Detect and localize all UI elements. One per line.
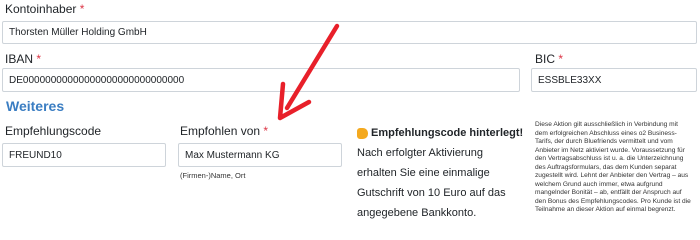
referral-code-value: FREUND10 [9,149,62,161]
account-holder-label-text: Kontoinhaber [5,2,77,16]
recommended-by-hint: (Firmen-)Name, Ort [180,171,246,180]
required-mark: * [36,52,42,66]
bic-label-text: BIC [535,52,556,66]
fine-print-line: Tarifs, der durch Bluefriends vermittelt… [535,138,673,145]
account-holder-input[interactable]: Thorsten Müller Holding GmbH [2,21,697,44]
promo-line: Gutschrift von 10 Euro auf das [357,187,506,199]
iban-label: IBAN * [5,52,41,66]
iban-label-text: IBAN [5,52,34,66]
referral-promo: Empfehlungscode hinterlegt! Nach erfolgt… [357,123,537,223]
iban-value: DE00000000000000000000000000000 [9,74,185,86]
bic-label: BIC * [535,52,563,66]
promo-heading: Empfehlungscode hinterlegt! [357,123,537,143]
required-mark: * [263,124,269,138]
referral-code-input[interactable]: FREUND10 [2,143,166,167]
section-title-weiteres: Weiteres [6,98,65,114]
fine-print-line: dem erfolgreichen Abschluss eines o2 Bus… [535,129,677,137]
fine-print: Diese Aktion gilt ausschließlich in Verb… [535,121,698,215]
referral-code-label: Empfehlungscode [5,124,101,138]
fine-print-line: den Vertragsabschluss ist u. a. die Unte… [535,155,684,162]
recommended-by-value: Max Mustermann KG [185,149,280,161]
required-mark: * [558,52,564,66]
required-mark: * [79,2,85,16]
account-holder-value: Thorsten Müller Holding GmbH [9,27,147,38]
fine-print-line: den Bonus des Empfehlungscodes. Pro Kund… [535,197,691,205]
referral-code-label-text: Empfehlungscode [5,124,102,138]
promo-line: Nach erfolgter Aktivierung [357,147,483,159]
bic-input[interactable]: ESSBLE33XX [531,68,697,92]
recommended-by-label: Empfohlen von * [180,124,268,138]
fine-print-line: Diese Aktion gilt ausschließlich in Verb… [535,121,678,128]
fine-print-line: des Auftragsformulars, das dem Kunden se… [535,163,677,171]
iban-input[interactable]: DE00000000000000000000000000000 [2,68,520,92]
fine-print-line: mangelnder Bonität – ab, entfällt der An… [535,189,682,196]
promo-line: erhalten Sie eine einmalige [357,167,490,179]
fine-print-line: welchem Grund auch immer, etwa aufgrund [535,180,663,188]
promo-heading-text: Empfehlungscode hinterlegt! [371,127,524,139]
promo-line: angegebene Bankkonto. [357,207,477,219]
thumbs-up-icon [357,127,368,139]
bic-value: ESSBLE33XX [538,74,602,86]
recommended-by-input[interactable]: Max Mustermann KG [178,143,342,167]
fine-print-line: Teilnahme an dieser Aktion auf einmal be… [535,206,676,213]
recommended-by-label-text: Empfohlen von [180,124,261,138]
fine-print-line: zugestellt wird. Lehnt der Anbieter den … [535,172,689,179]
account-holder-label: Kontoinhaber * [5,2,84,16]
fine-print-line: Anbieter im Netz aktiviert wurde. Voraus… [535,146,685,154]
